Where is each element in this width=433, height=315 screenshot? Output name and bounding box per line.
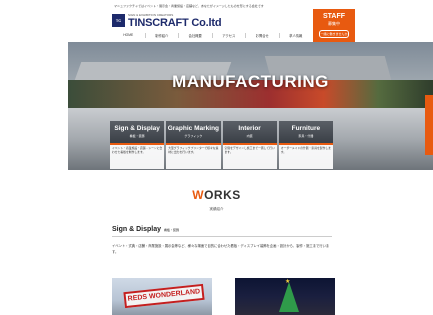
works-heading: WORKS: [0, 188, 433, 202]
nav-item-works[interactable]: 制作紹介: [144, 32, 179, 38]
service-card-furniture[interactable]: Furniture 家具・什器 オーダーメイドの什器・家具を製作します。: [278, 121, 333, 169]
card-title: Furniture: [291, 125, 321, 132]
card-title: Graphic Marking: [167, 125, 220, 132]
card-sub: グラフィック: [184, 134, 203, 138]
card-sub: 内装: [246, 134, 253, 138]
section-divider: [112, 236, 332, 237]
nav-item-recruit[interactable]: 求人情報: [278, 32, 313, 38]
photo-sign-text: REDS WONDERLAND: [123, 283, 205, 309]
card-desc: オーダーメイドの什器・家具を製作します。: [280, 146, 331, 154]
works-heading-rest: ORKS: [204, 188, 241, 202]
staff-line3: 一緒に働きませんか: [319, 30, 349, 38]
main-nav: HOME 制作紹介 会社概要 アクセス お問合せ 求人情報: [112, 31, 312, 39]
section-title-small: 看板・装飾: [164, 228, 180, 232]
works-photo-tree[interactable]: ★: [235, 278, 335, 315]
tree-icon: [279, 282, 299, 312]
nav-item-home[interactable]: HOME: [112, 33, 145, 37]
works-heading-accent: W: [192, 188, 205, 202]
card-sub: 看板・装飾: [129, 134, 145, 138]
logo-icon[interactable]: TC: [112, 14, 125, 27]
section-paragraph: イベント・式典・店舗・商業施設・展示会等など、様々な場面で目的に合わせた看板・デ…: [112, 244, 330, 254]
card-title: Interior: [238, 125, 261, 132]
logo-name[interactable]: TINSCRAFT Co.ltd: [128, 17, 222, 29]
star-icon: ★: [285, 279, 291, 285]
nav-item-access[interactable]: アクセス: [211, 32, 246, 38]
staff-recruit-button[interactable]: STAFF 募集中 一緒に働きませんか: [313, 9, 355, 45]
nav-item-company[interactable]: 会社概要: [178, 32, 212, 38]
works-subtitle: 実績紹介: [209, 207, 224, 211]
staff-line2: 募集中: [328, 21, 340, 26]
service-card-graphic[interactable]: Graphic Marking グラフィック 大型グラフィックプリンターで様々な素…: [166, 121, 221, 169]
service-cards: Sign & Display 看板・装飾 イベント・商業施設・店舗…シーンに合わせ…: [110, 121, 333, 169]
hero-title: MANUFACTURING: [172, 72, 329, 91]
service-card-sign[interactable]: Sign & Display 看板・装飾 イベント・商業施設・店舗…シーンに合わせ…: [110, 121, 165, 169]
works-photo-sign[interactable]: REDS WONDERLAND: [112, 278, 212, 315]
nav-item-contact[interactable]: お問合せ: [245, 32, 279, 38]
side-tab[interactable]: [425, 95, 433, 155]
top-tagline: マニュファクチャではイベント・展示会・商業施設・店舗など、あなたがイメージしたも…: [114, 4, 264, 8]
card-title: Sign & Display: [114, 125, 160, 132]
service-card-interior[interactable]: Interior 内装 空間をデザインし施工まで一貫して行います。: [222, 121, 277, 169]
card-sub: 家具・什器: [298, 134, 314, 138]
section-title: Sign & Display 看板・装飾: [112, 226, 179, 233]
card-desc: イベント・商業施設・店舗…シーンに合わせた看板を制作します。: [112, 146, 163, 154]
card-desc: 大型グラフィックプリンターで様々な素材に出力を行います。: [168, 146, 219, 154]
card-desc: 空間をデザインし施工まで一貫して行います。: [224, 146, 275, 154]
staff-title: STAFF: [322, 13, 346, 20]
section-title-text: Sign & Display: [112, 226, 162, 233]
